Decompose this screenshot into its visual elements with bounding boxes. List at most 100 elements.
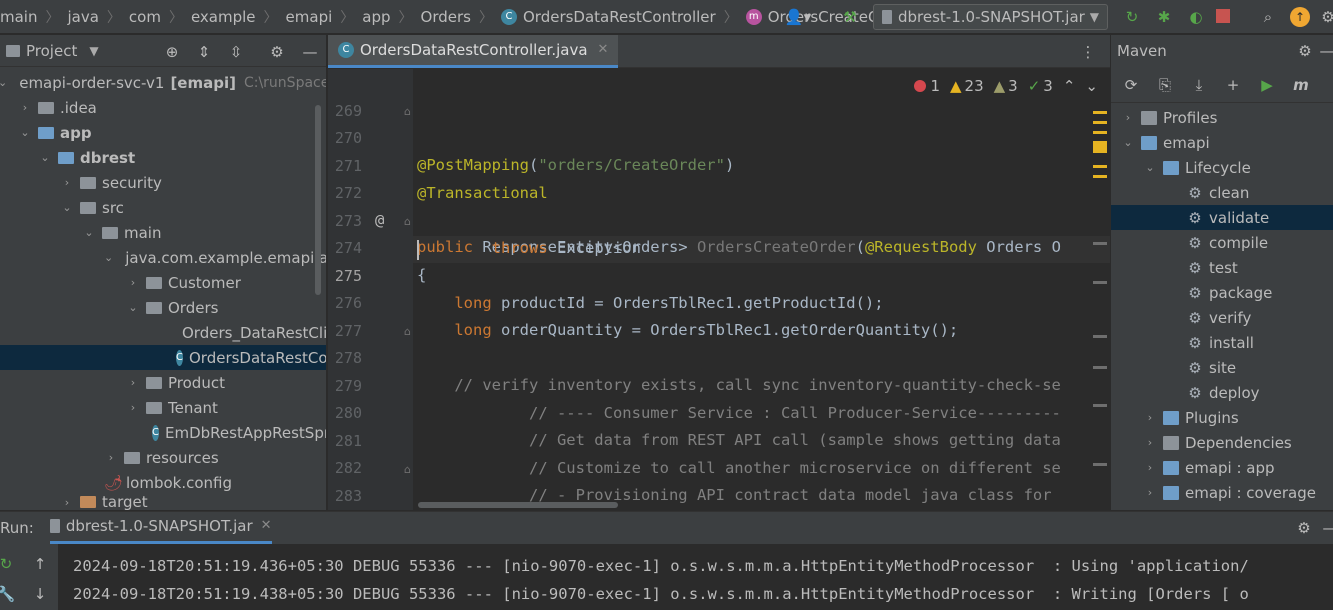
user-dropdown-icon[interactable]: 👤▾ [785, 5, 811, 29]
download-icon[interactable]: ⤓ [1187, 73, 1211, 97]
tree-item-dbrest[interactable]: ⌄ dbrest [0, 145, 326, 170]
warning-stripe[interactable] [1093, 131, 1107, 134]
run-tab[interactable]: dbrest-1.0-SNAPSHOT.jar ✕ [49, 512, 272, 544]
search-icon[interactable]: ⌕ [1256, 5, 1280, 29]
tree-item-target[interactable]: › target [0, 494, 326, 510]
maven-goal-package[interactable]: ⚙ package [1111, 280, 1333, 305]
settings-icon[interactable]: ⚙ [1292, 516, 1316, 540]
close-icon[interactable]: ✕ [598, 42, 609, 57]
maven-item-emapi-app[interactable]: › emapi : app [1111, 455, 1333, 480]
tree-item-app-class[interactable]: C EmDbRestAppRestSpri [0, 420, 326, 445]
maven-icon[interactable]: m [1289, 73, 1313, 97]
editor-tab-active[interactable]: C OrdersDataRestController.java ✕ [328, 34, 619, 68]
maven-item-lifecycle[interactable]: ⌄ Lifecycle [1111, 155, 1333, 180]
maven-item-plugins[interactable]: › Plugins [1111, 405, 1333, 430]
breadcrumb-app[interactable]: app [362, 0, 390, 33]
maven-goal-install[interactable]: ⚙ install [1111, 330, 1333, 355]
info-stripe[interactable] [1093, 404, 1107, 407]
hide-icon[interactable]: — [1318, 516, 1333, 540]
scrollbar[interactable] [315, 105, 321, 295]
info-stripe[interactable] [1093, 242, 1107, 245]
inspection-widget[interactable]: 1 ▲ 23 ▲ 3 ✓ 3 ⌃ ⌄ [914, 74, 1098, 98]
info-stripe[interactable] [1093, 366, 1107, 369]
tree-item-lombok-config[interactable]: 🌶 lombok.config [0, 470, 326, 495]
weak-warning-count[interactable]: ▲ 3 [994, 77, 1018, 95]
collapse-all-icon[interactable]: ⇳ [224, 40, 248, 64]
breadcrumb-main[interactable]: main [0, 0, 37, 33]
breadcrumb-java[interactable]: java [67, 0, 98, 33]
info-stripe[interactable] [1093, 281, 1107, 284]
warning-stripe[interactable] [1093, 141, 1107, 153]
scroll-up-icon[interactable]: ↑ [28, 552, 52, 576]
maven-goal-verify[interactable]: ⚙ verify [1111, 305, 1333, 330]
chevron-up-icon[interactable]: ⌃ [1063, 77, 1076, 95]
info-stripe[interactable] [1093, 463, 1107, 466]
coverage-icon[interactable]: ◐ [1184, 5, 1208, 29]
tree-item-tenant[interactable]: › Tenant [0, 395, 326, 420]
info-stripe[interactable] [1093, 335, 1107, 338]
tree-item-product[interactable]: › Product [0, 370, 326, 395]
maven-goal-deploy[interactable]: ⚙ deploy [1111, 380, 1333, 405]
debug-icon[interactable]: ✱ [1152, 5, 1176, 29]
breadcrumb-emapi[interactable]: emapi [286, 0, 333, 33]
code-editor[interactable]: 269 270 @PostMapping("orders/CreateOrder… [328, 69, 1110, 510]
tree-item-security[interactable]: › security [0, 170, 326, 195]
add-icon[interactable]: + [1221, 73, 1245, 97]
tree-item-orders[interactable]: ⌄ Orders [0, 295, 326, 320]
tree-item-main[interactable]: ⌄ main [0, 220, 326, 245]
chevron-down-icon[interactable]: ▼ [89, 44, 98, 58]
error-count[interactable]: 1 [914, 77, 940, 95]
warning-stripe[interactable] [1093, 121, 1107, 124]
tree-root[interactable]: ⌄ emapi-order-svc-v1 [emapi] C:\runSpace… [0, 70, 326, 95]
maven-goal-compile[interactable]: ⚙ compile [1111, 230, 1333, 255]
add-maven-project-icon[interactable]: ⎘ [1153, 73, 1177, 97]
rerun-icon[interactable]: ↻ [1120, 5, 1144, 29]
reload-icon[interactable]: ⟳ [1119, 73, 1143, 97]
expand-all-icon[interactable]: ⇕ [192, 40, 216, 64]
close-icon[interactable]: ✕ [261, 518, 272, 533]
update-icon[interactable]: ↑ [1290, 7, 1310, 27]
fold-marker-icon[interactable]: ⌂ [404, 215, 411, 228]
run-icon[interactable]: ▶ [1255, 73, 1279, 97]
tree-item-orders-client[interactable]: Orders_DataRestClie [0, 320, 326, 345]
breadcrumb-example[interactable]: example [191, 0, 256, 33]
tree-item-java-package[interactable]: ⌄ java.com.example.emapi.a [0, 245, 326, 270]
rerun-icon[interactable]: ↻ [0, 552, 18, 576]
settings-icon[interactable]: ⚙ [1293, 39, 1317, 63]
warning-stripe[interactable] [1093, 111, 1107, 114]
typo-count[interactable]: ✓ 3 [1028, 77, 1053, 95]
chevron-down-icon[interactable]: ⌄ [1085, 77, 1098, 95]
breadcrumb-orders[interactable]: Orders [421, 0, 471, 33]
tree-item-orders-controller[interactable]: C OrdersDataRestCon [0, 345, 326, 370]
maven-item-dependencies[interactable]: › Dependencies [1111, 430, 1333, 455]
maven-goal-site[interactable]: ⚙ site [1111, 355, 1333, 380]
maven-goal-clean[interactable]: ⚙ clean [1111, 180, 1333, 205]
fold-marker-icon[interactable]: ⌂ [404, 463, 411, 476]
warning-stripe[interactable] [1093, 175, 1107, 178]
project-panel-title[interactable]: Project [26, 42, 77, 60]
wrench-icon[interactable]: 🔧 [0, 582, 18, 606]
locate-icon[interactable]: ⊕ [160, 40, 184, 64]
maven-item-emapi-coverage[interactable]: › emapi : coverage [1111, 480, 1333, 505]
run-configuration-select[interactable]: dbrest-1.0-SNAPSHOT.jar ▼ [873, 4, 1108, 30]
maven-item-emapi[interactable]: ⌄ emapi [1111, 130, 1333, 155]
more-options-icon[interactable]: ⋮ [1076, 40, 1100, 64]
warning-stripe[interactable] [1093, 165, 1107, 168]
breadcrumb-class[interactable]: C OrdersDataRestController [500, 0, 716, 33]
hide-icon[interactable]: — [298, 40, 322, 64]
tree-item-customer[interactable]: › Customer [0, 270, 326, 295]
scroll-down-icon[interactable]: ↓ [28, 582, 52, 606]
fold-marker-icon[interactable]: ⌂ [404, 105, 411, 118]
fold-marker-icon[interactable]: ⌂ [404, 325, 411, 338]
settings-icon[interactable]: ⚙ [265, 40, 289, 64]
tree-item-idea[interactable]: › .idea [0, 95, 326, 120]
tree-item-src[interactable]: ⌄ src [0, 195, 326, 220]
hide-icon[interactable]: — [1315, 39, 1333, 63]
maven-item-profiles[interactable]: › Profiles [1111, 105, 1333, 130]
settings-icon[interactable]: ⚙ [1316, 5, 1333, 29]
tree-item-resources[interactable]: › resources [0, 445, 326, 470]
horizontal-scrollbar[interactable] [418, 502, 618, 508]
breadcrumb-com[interactable]: com [129, 0, 161, 33]
build-hammer-icon[interactable]: ⚒ [838, 5, 862, 29]
stop-icon[interactable] [1216, 9, 1230, 23]
